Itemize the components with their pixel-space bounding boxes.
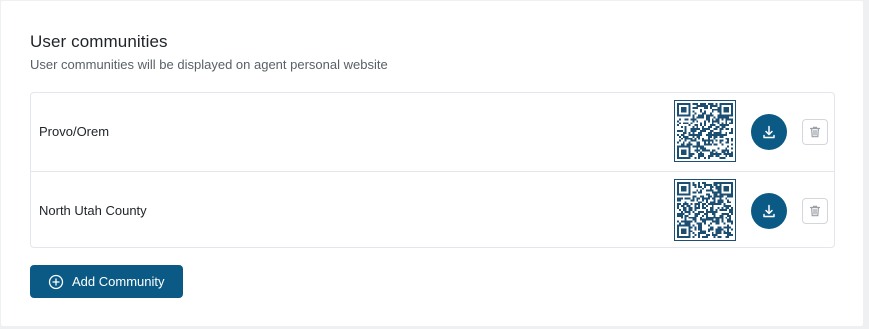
delete-community-button[interactable] [802,119,828,145]
download-icon [763,125,775,139]
add-community-button[interactable]: Add Community [30,265,183,298]
page-gutter [864,0,869,329]
community-name: Provo/Orem [39,124,110,139]
download-qr-button[interactable] [751,114,787,150]
download-qr-button[interactable] [751,193,787,229]
trash-icon [809,126,821,138]
qr-code-icon [674,100,736,162]
delete-community-button[interactable] [802,198,828,224]
trash-icon [809,205,821,217]
add-community-label: Add Community [72,274,165,289]
community-name: North Utah County [39,203,147,218]
community-row: North Utah County [31,171,834,249]
community-row: Provo/Orem [31,93,834,171]
section-subtitle: User communities will be displayed on ag… [30,57,388,72]
community-list: Provo/Orem North Utah County [30,92,835,248]
communities-card: User communities User communities will b… [1,1,863,326]
plus-circle-icon [48,274,64,290]
section-title: User communities [30,32,168,51]
qr-code-icon [674,179,736,241]
download-icon [763,204,775,218]
